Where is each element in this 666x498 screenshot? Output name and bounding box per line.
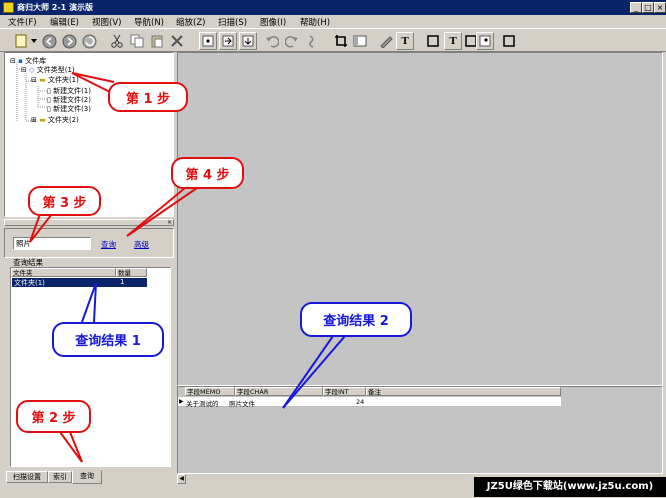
callout-result-1: 查询结果 1	[52, 322, 164, 357]
callout-step-2: 第 2 步	[16, 400, 91, 433]
callout-pointers	[29, 72, 346, 463]
callout-step-1: 第 1 步	[108, 82, 188, 112]
callout-step-4: 第 4 步	[171, 157, 244, 189]
callout-step-3: 第 3 步	[28, 186, 101, 216]
callout-result-2: 查询结果 2	[300, 302, 412, 337]
